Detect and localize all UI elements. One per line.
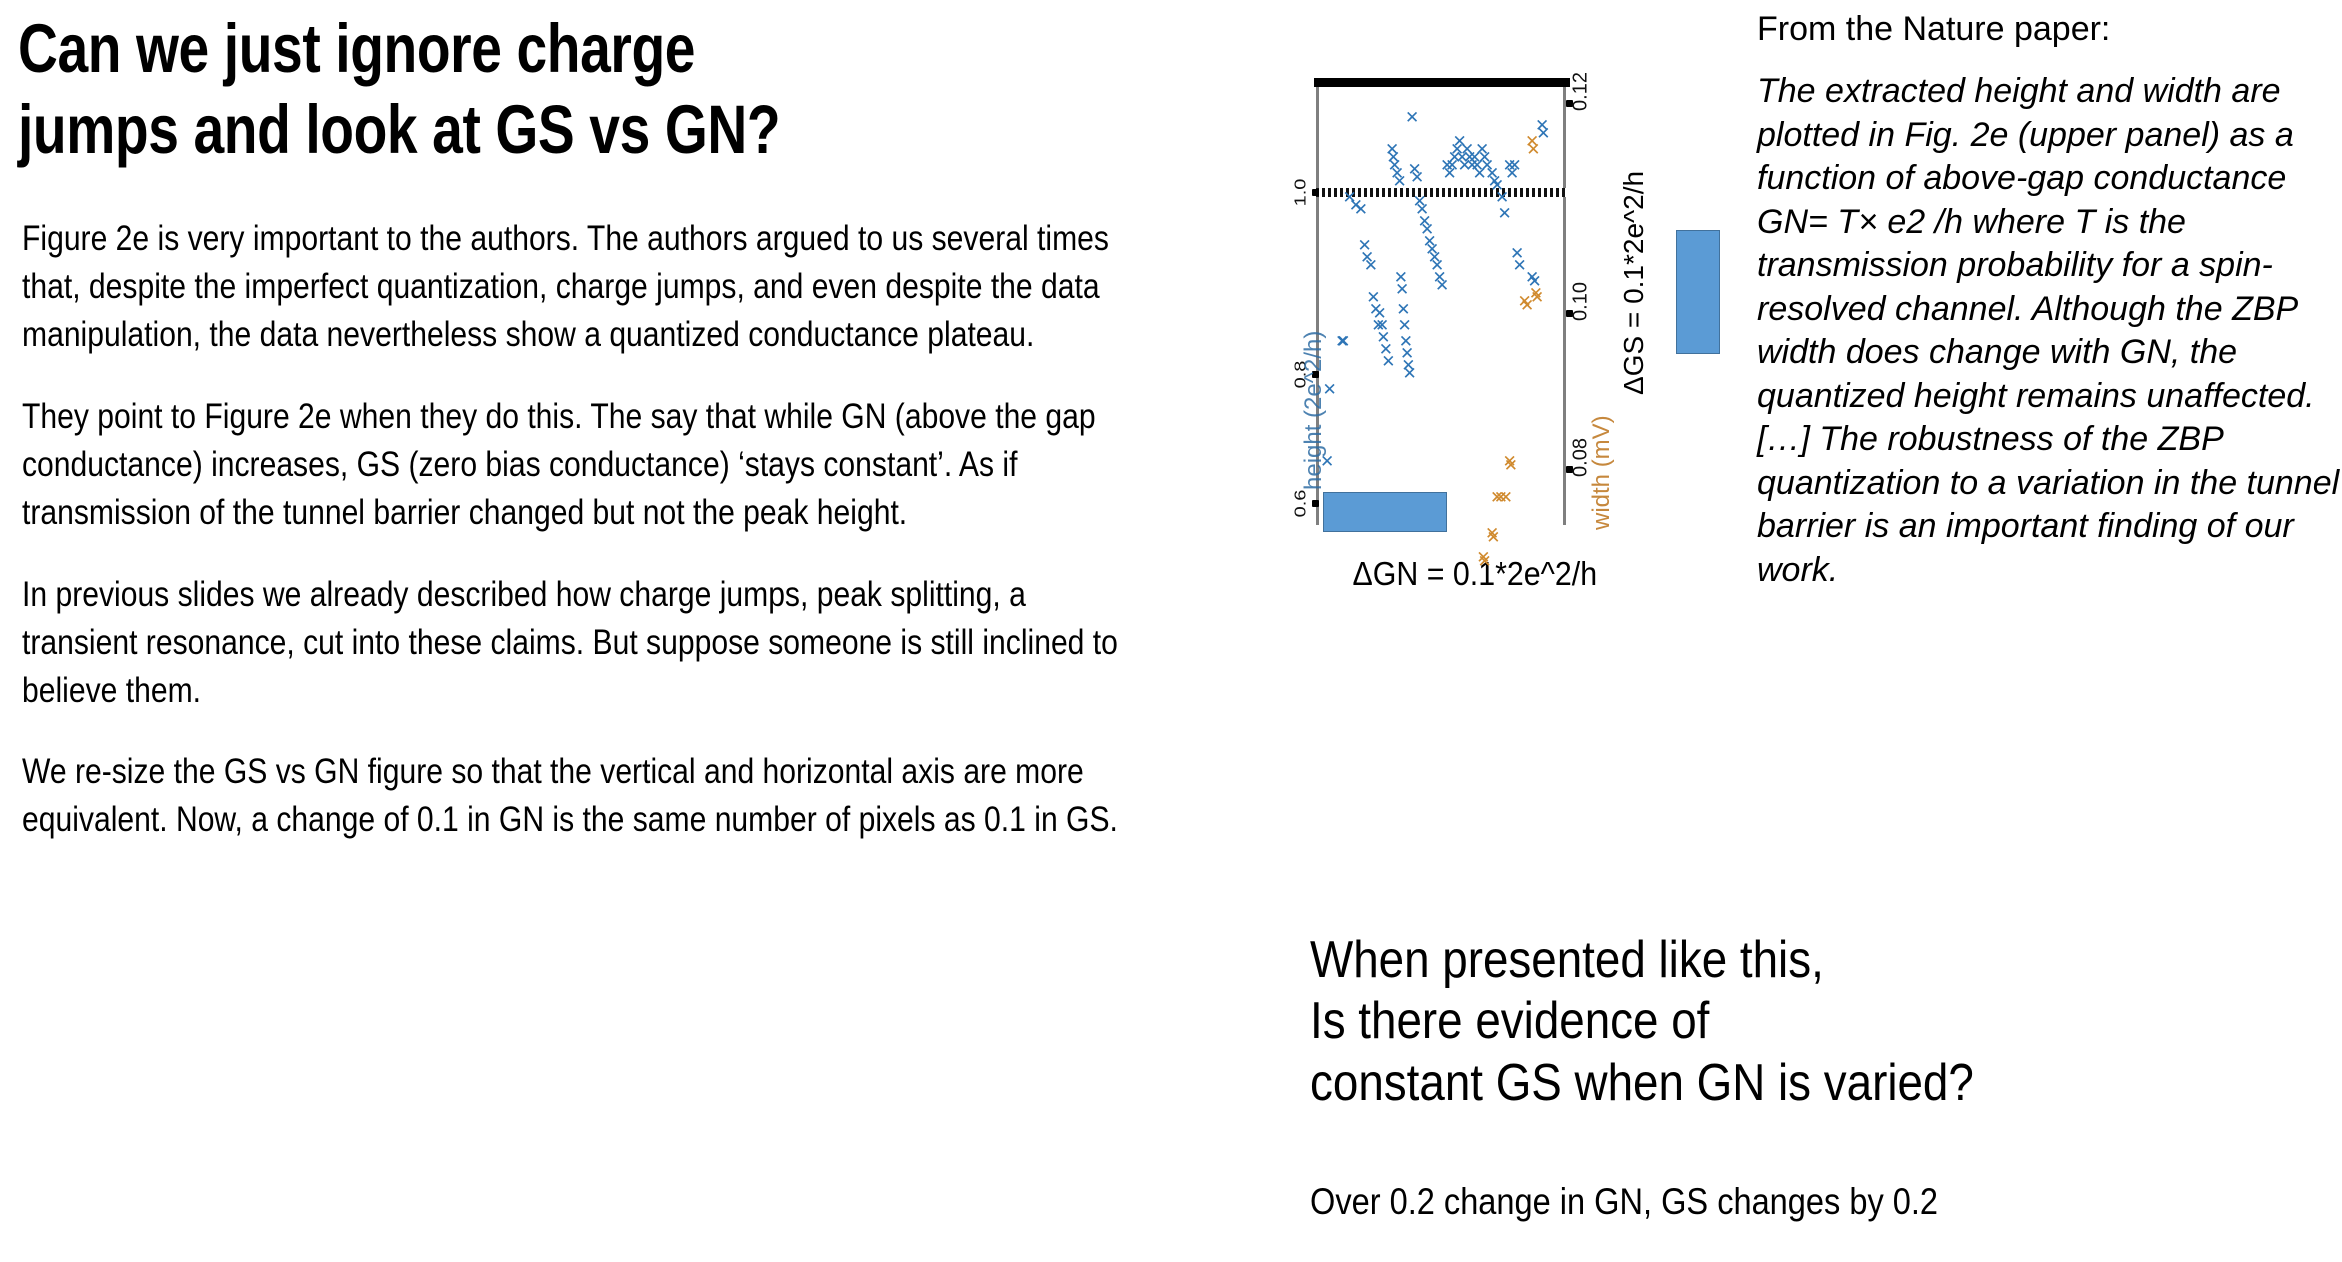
conclusion-subtext: Over 0.2 change in GN, GS changes by 0.2 [1310,1181,1939,1222]
scatter-marker: ✕ [1410,168,1425,187]
left-tick-label-3: 0.6 [1291,489,1310,518]
left-tick-dot-1 [1312,189,1319,196]
scatter-marker: ✕ [1395,280,1410,299]
body-paragraph-1: Figure 2e is very important to the autho… [22,219,1109,354]
right-tick-label-2: 0.10 [1569,282,1592,321]
scatter-marker: ✕ [1498,488,1513,507]
left-tick-dot-3 [1312,500,1319,507]
scatter-marker: ✕ [1336,332,1351,351]
top-black-bar [1314,78,1570,87]
nature-paper-heading: From the Nature paper: [1757,10,2111,48]
scatter-marker: ✕ [1486,528,1501,547]
right-axis-title: width (mV) [1588,415,1615,530]
right-tick-label-1: 0.12 [1569,72,1592,111]
delta-gs-axis-label: ΔGS = 0.1*2e^2/h [1618,170,1649,395]
body-paragraph-3: In previous slides we already described … [22,574,1118,710]
scatter-marker: ✕ [1322,380,1337,399]
body-paragraph-2: They point to Figure 2e when they do thi… [22,396,1096,532]
scatter-marker: ✕ [1477,552,1492,571]
scatter-marker: ✕ [1503,456,1518,475]
scatter-marker: ✕ [1381,352,1396,371]
scatter-marker: ✕ [1363,256,1378,275]
left-body-text: Figure 2e is very important to the autho… [22,215,1131,844]
scatter-marker: ✕ [1435,276,1450,295]
scatter-marker: ✕ [1405,108,1420,127]
nature-paper-quote: The extracted height and width are plott… [1757,72,2340,589]
scatter-marker: ✕ [1526,140,1541,159]
left-tick-label-1: 1.0 [1291,178,1310,207]
delta-gn-scale-bar [1323,492,1447,532]
scatter-marker: ✕ [1497,204,1512,223]
slide-root: Can we just ignore charge jumps and look… [0,0,2342,1262]
body-paragraph-4: We re-size the GS vs GN figure so that t… [22,752,1118,840]
scatter-marker: ✕ [1402,364,1417,383]
delta-gn-axis-label: ΔGN = 0.1*2e^2/h [1352,555,1598,592]
gs-vs-gn-figure: 1.0 0.8 0.6 0.12 0.10 0.08 height (2e^2/… [1288,60,1720,820]
scatter-marker: ✕ [1392,172,1407,191]
scatter-marker: ✕ [1320,452,1335,471]
conclusion-question: When presented like this, Is there evide… [1310,931,1974,1112]
scatter-marker: ✕ [1530,288,1545,307]
delta-gs-scale-bar [1676,230,1720,354]
scatter-marker: ✕ [1507,156,1522,175]
scatter-marker: ✕ [1353,200,1368,219]
page-title: Can we just ignore charge jumps and look… [18,10,781,169]
